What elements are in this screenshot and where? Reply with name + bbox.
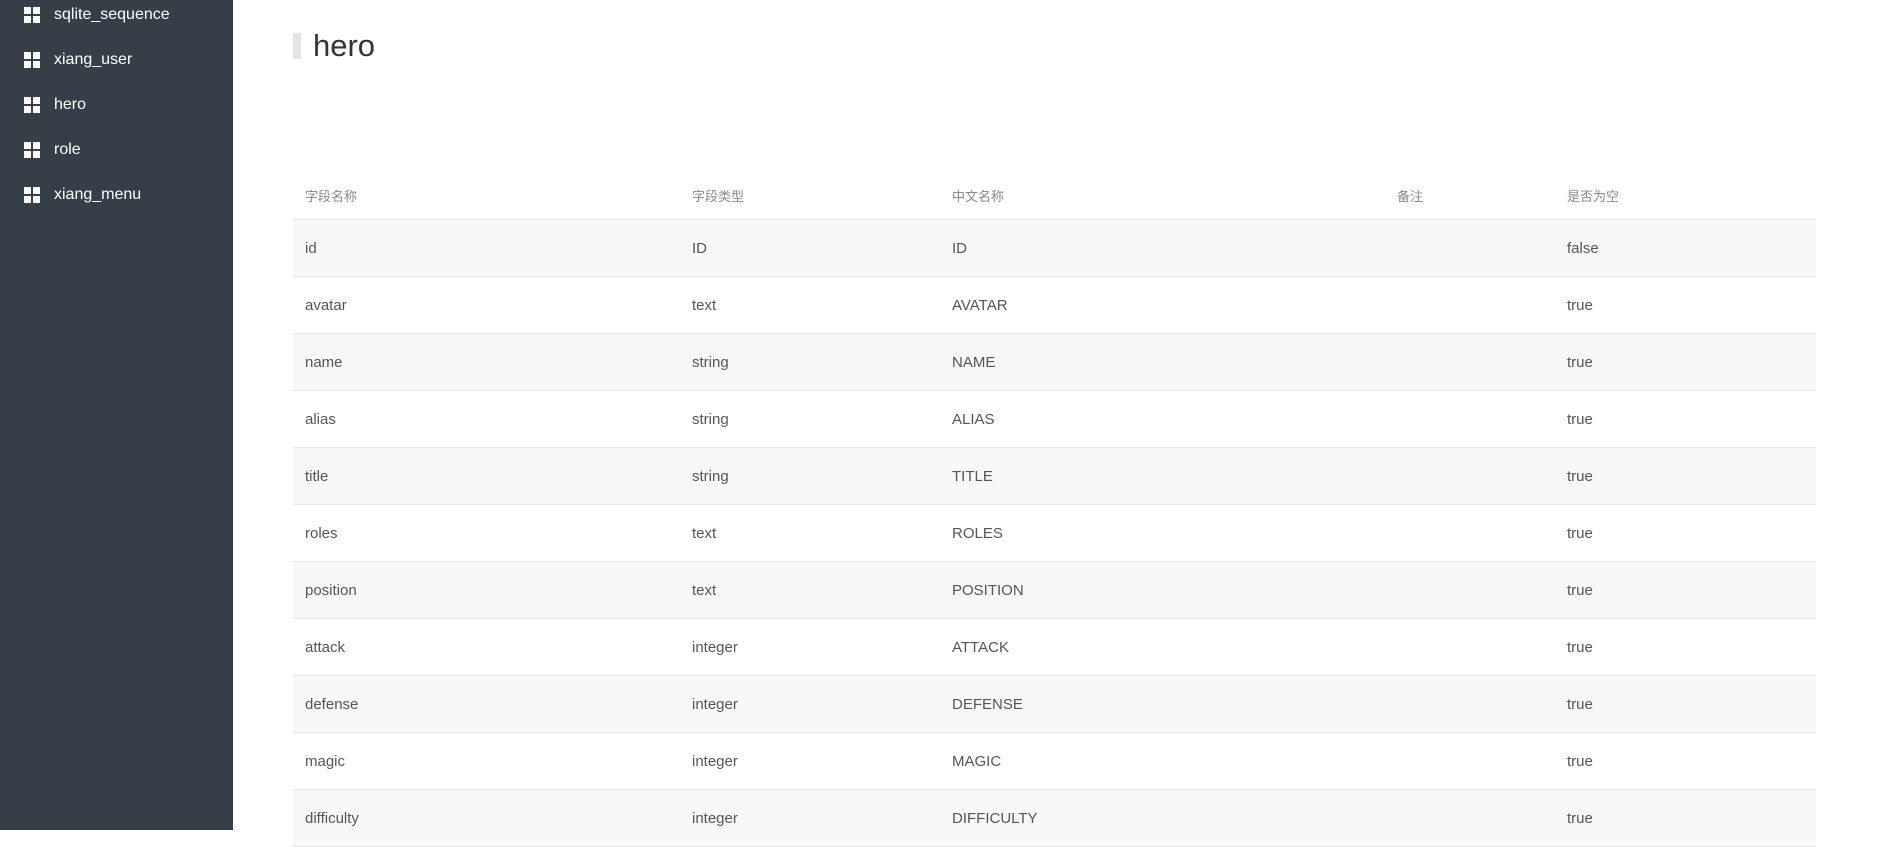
- column-header-field-type: 字段类型: [692, 189, 745, 204]
- cell-field-name: attack: [305, 639, 346, 656]
- sidebar-item-label: sqlite_sequence: [54, 5, 170, 23]
- sidebar: sqlite_sequence xiang_user hero role xia…: [0, 0, 233, 830]
- table-row: magic integer MAGIC true: [293, 733, 1816, 790]
- cell-field-name: title: [305, 468, 329, 485]
- cell-cn-name: MAGIC: [952, 753, 1002, 770]
- table-row: name string NAME true: [293, 334, 1816, 391]
- cell-field-name: position: [305, 582, 357, 599]
- cell-cn-name: ROLES: [952, 525, 1003, 542]
- cell-nullable: true: [1567, 810, 1593, 827]
- table-row: id ID ID false: [293, 220, 1816, 277]
- table-row: title string TITLE true: [293, 448, 1816, 505]
- page-title: hero: [313, 28, 376, 63]
- cell-field-type: string: [692, 354, 729, 371]
- table-row: difficulty integer DIFFICULTY true: [293, 790, 1816, 847]
- cell-cn-name: AVATAR: [952, 297, 1008, 314]
- column-header-field-name: 字段名称: [305, 189, 358, 204]
- cell-cn-name: ATTACK: [952, 639, 1009, 656]
- sidebar-item-label: hero: [54, 95, 87, 113]
- cell-field-type: integer: [692, 753, 738, 770]
- sidebar-item-label: role: [54, 140, 81, 158]
- sidebar-item-label: xiang_user: [54, 50, 133, 68]
- cell-nullable: true: [1567, 582, 1593, 599]
- cell-cn-name: DIFFICULTY: [952, 810, 1038, 827]
- cell-nullable: true: [1567, 525, 1593, 542]
- column-header-remark: 备注: [1397, 189, 1424, 204]
- sidebar-item-hero[interactable]: hero: [0, 82, 233, 127]
- title-accent-bar: [293, 33, 301, 59]
- table-row: alias string ALIAS true: [293, 391, 1816, 448]
- cell-cn-name: ID: [952, 240, 967, 257]
- cell-field-type: integer: [692, 810, 738, 827]
- sidebar-item-label: xiang_menu: [54, 185, 142, 203]
- table-row: avatar text AVATAR true: [293, 277, 1816, 334]
- cell-cn-name: NAME: [952, 354, 996, 371]
- cell-field-type: text: [692, 297, 717, 314]
- grid-icon: [24, 51, 40, 68]
- cell-nullable: true: [1567, 297, 1593, 314]
- cell-cn-name: TITLE: [952, 468, 993, 485]
- cell-field-type: text: [692, 525, 717, 542]
- cell-field-type: ID: [692, 240, 707, 257]
- table-row: attack integer ATTACK true: [293, 619, 1816, 676]
- cell-nullable: true: [1567, 696, 1593, 713]
- cell-field-name: magic: [305, 753, 346, 770]
- cell-cn-name: DEFENSE: [952, 696, 1023, 713]
- page-header: hero: [293, 26, 375, 66]
- cell-field-name: difficulty: [305, 810, 359, 827]
- cell-field-type: text: [692, 582, 717, 599]
- cell-field-type: integer: [692, 639, 738, 656]
- table-row: position text POSITION true: [293, 562, 1816, 619]
- sidebar-item-role[interactable]: role: [0, 127, 233, 172]
- cell-field-name: avatar: [305, 297, 347, 314]
- cell-field-type: string: [692, 411, 729, 428]
- cell-field-type: string: [692, 468, 729, 485]
- sidebar-item-xiang-menu[interactable]: xiang_menu: [0, 172, 233, 217]
- cell-nullable: false: [1567, 240, 1599, 257]
- cell-field-name: id: [305, 240, 317, 257]
- grid-icon: [24, 186, 40, 203]
- sidebar-item-xiang-user[interactable]: xiang_user: [0, 37, 233, 82]
- cell-field-name: defense: [305, 696, 359, 713]
- cell-nullable: true: [1567, 354, 1593, 371]
- cell-nullable: true: [1567, 639, 1593, 656]
- table-row: roles text ROLES true: [293, 505, 1816, 562]
- main-content: hero 字段名称 字段类型 中文名称 备注 是否为空 id ID ID fal…: [233, 0, 1894, 847]
- cell-nullable: true: [1567, 468, 1593, 485]
- grid-icon: [24, 96, 40, 113]
- cell-field-type: integer: [692, 696, 738, 713]
- grid-icon: [24, 141, 40, 158]
- cell-nullable: true: [1567, 753, 1593, 770]
- cell-nullable: true: [1567, 411, 1593, 428]
- cell-cn-name: POSITION: [952, 582, 1024, 599]
- table-row: defense integer DEFENSE true: [293, 676, 1816, 733]
- cell-cn-name: ALIAS: [952, 411, 995, 428]
- column-header-cn-name: 中文名称: [952, 189, 1005, 204]
- cell-field-name: name: [305, 354, 343, 371]
- sidebar-item-sqlite-sequence[interactable]: sqlite_sequence: [0, 0, 233, 37]
- column-header-nullable: 是否为空: [1567, 189, 1620, 204]
- fields-table: 字段名称 字段类型 中文名称 备注 是否为空 id ID ID false av…: [293, 170, 1816, 847]
- cell-field-name: roles: [305, 525, 338, 542]
- cell-field-name: alias: [305, 411, 336, 428]
- table-header: 字段名称 字段类型 中文名称 备注 是否为空: [293, 170, 1816, 220]
- grid-icon: [24, 6, 40, 23]
